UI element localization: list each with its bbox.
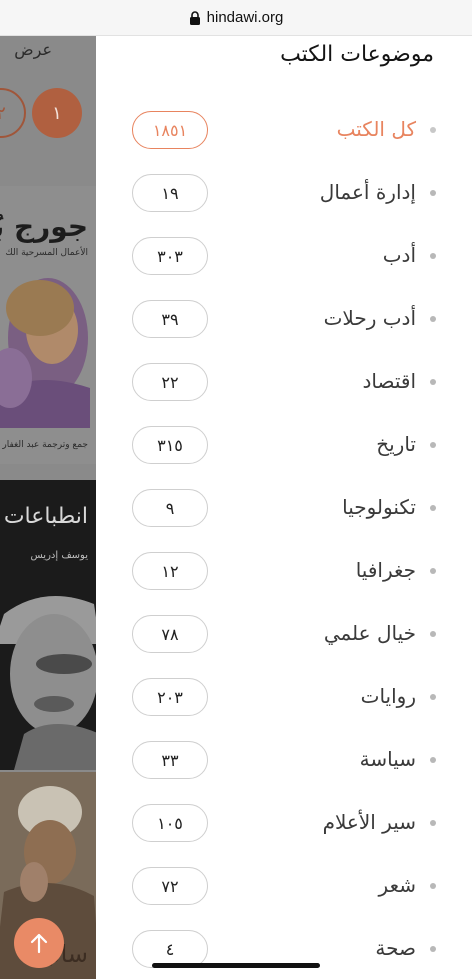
scroll-to-top-button[interactable]: [14, 918, 64, 968]
page-1-button[interactable]: ١: [32, 88, 82, 138]
category-label: جغرافيا: [355, 558, 416, 582]
category-label: اقتصاد: [362, 369, 417, 393]
sort-label: عرض: [14, 40, 52, 59]
category-science-fiction[interactable]: خيال علمي ٧٨: [96, 611, 472, 657]
category-count: ١٨٥١: [132, 111, 208, 149]
book-title: انطباعات مس: [0, 504, 88, 529]
category-count: ٣١٥: [132, 426, 208, 464]
category-label: روايات: [360, 684, 416, 708]
category-label: سياسة: [359, 747, 416, 771]
category-label: تاريخ: [376, 432, 416, 456]
category-label: كل الكتب: [336, 117, 416, 141]
bullet-icon: [430, 631, 436, 637]
url-text: hindawi.org: [206, 9, 284, 26]
categories-drawer: موضوعات الكتب كل الكتب ١٨٥١ إدارة أعمال …: [96, 36, 472, 979]
bullet-icon: [430, 568, 436, 574]
category-count: ٧٢: [132, 867, 208, 905]
category-count: ٣٣: [132, 741, 208, 779]
background-page: عرض ١ ٢ جورج بُش الأعمال المسرحية الك جم…: [0, 36, 96, 979]
bullet-icon: [430, 190, 436, 196]
lock-icon: [189, 10, 200, 25]
bullet-icon: [430, 127, 436, 133]
category-count: ٩: [132, 489, 208, 527]
book-card[interactable]: جورج بُش الأعمال المسرحية الك جمع وترجمة…: [0, 186, 96, 464]
bullet-icon: [430, 694, 436, 700]
bullet-icon: [430, 442, 436, 448]
arrow-up-icon: [30, 933, 48, 954]
category-business[interactable]: إدارة أعمال ١٩: [96, 170, 472, 216]
category-technology[interactable]: تكنولوجيا ٩: [96, 485, 472, 531]
category-economics[interactable]: اقتصاد ٢٢: [96, 359, 472, 405]
category-count: ٢٢: [132, 363, 208, 401]
category-travel-literature[interactable]: أدب رحلات ٣٩: [96, 296, 472, 342]
bullet-icon: [430, 379, 436, 385]
category-label: خيال علمي: [323, 621, 416, 645]
category-count: ٧٨: [132, 615, 208, 653]
category-label: إدارة أعمال: [319, 180, 416, 204]
bullet-icon: [430, 757, 436, 763]
category-all-books[interactable]: كل الكتب ١٨٥١: [96, 107, 472, 153]
drawer-title: موضوعات الكتب: [280, 42, 434, 67]
bullet-icon: [430, 946, 436, 952]
home-indicator: [152, 963, 320, 968]
category-count: ١٢: [132, 552, 208, 590]
address-bar[interactable]: hindawi.org: [0, 0, 472, 36]
category-count: ٣٠٣: [132, 237, 208, 275]
category-literature[interactable]: أدب ٣٠٣: [96, 233, 472, 279]
category-count: ١٠٥: [132, 804, 208, 842]
book-cover-portrait: [0, 584, 96, 770]
category-count: ٣٩: [132, 300, 208, 338]
book-author: يوسف إدريس: [30, 550, 88, 561]
category-count: ١٩: [132, 174, 208, 212]
category-geography[interactable]: جغرافيا ١٢: [96, 548, 472, 594]
category-label: أدب رحلات: [323, 306, 416, 330]
bullet-icon: [430, 505, 436, 511]
book-credit: جمع وترجمة عبد الغفار م: [0, 440, 88, 450]
book-subtitle: الأعمال المسرحية الك: [5, 248, 88, 258]
page-2-button[interactable]: ٢: [0, 88, 26, 138]
category-count: ٢٠٣: [132, 678, 208, 716]
category-poetry[interactable]: شعر ٧٢: [96, 863, 472, 909]
category-label: صحة: [375, 936, 416, 960]
category-label: تكنولوجيا: [342, 495, 416, 519]
category-label: سير الأعلام: [322, 810, 416, 834]
bullet-icon: [430, 316, 436, 322]
category-label: أدب: [382, 243, 416, 267]
book-title: جورج بُش: [0, 210, 88, 243]
bullet-icon: [430, 883, 436, 889]
category-politics[interactable]: سياسة ٣٣: [96, 737, 472, 783]
category-novels[interactable]: روايات ٢٠٣: [96, 674, 472, 720]
book-card[interactable]: انطباعات مس يوسف إدريس: [0, 480, 96, 770]
category-history[interactable]: تاريخ ٣١٥: [96, 422, 472, 468]
bullet-icon: [430, 820, 436, 826]
book-cover-portrait: [0, 278, 90, 428]
category-label: شعر: [378, 873, 416, 897]
category-biographies[interactable]: سير الأعلام ١٠٥: [96, 800, 472, 846]
bullet-icon: [430, 253, 436, 259]
